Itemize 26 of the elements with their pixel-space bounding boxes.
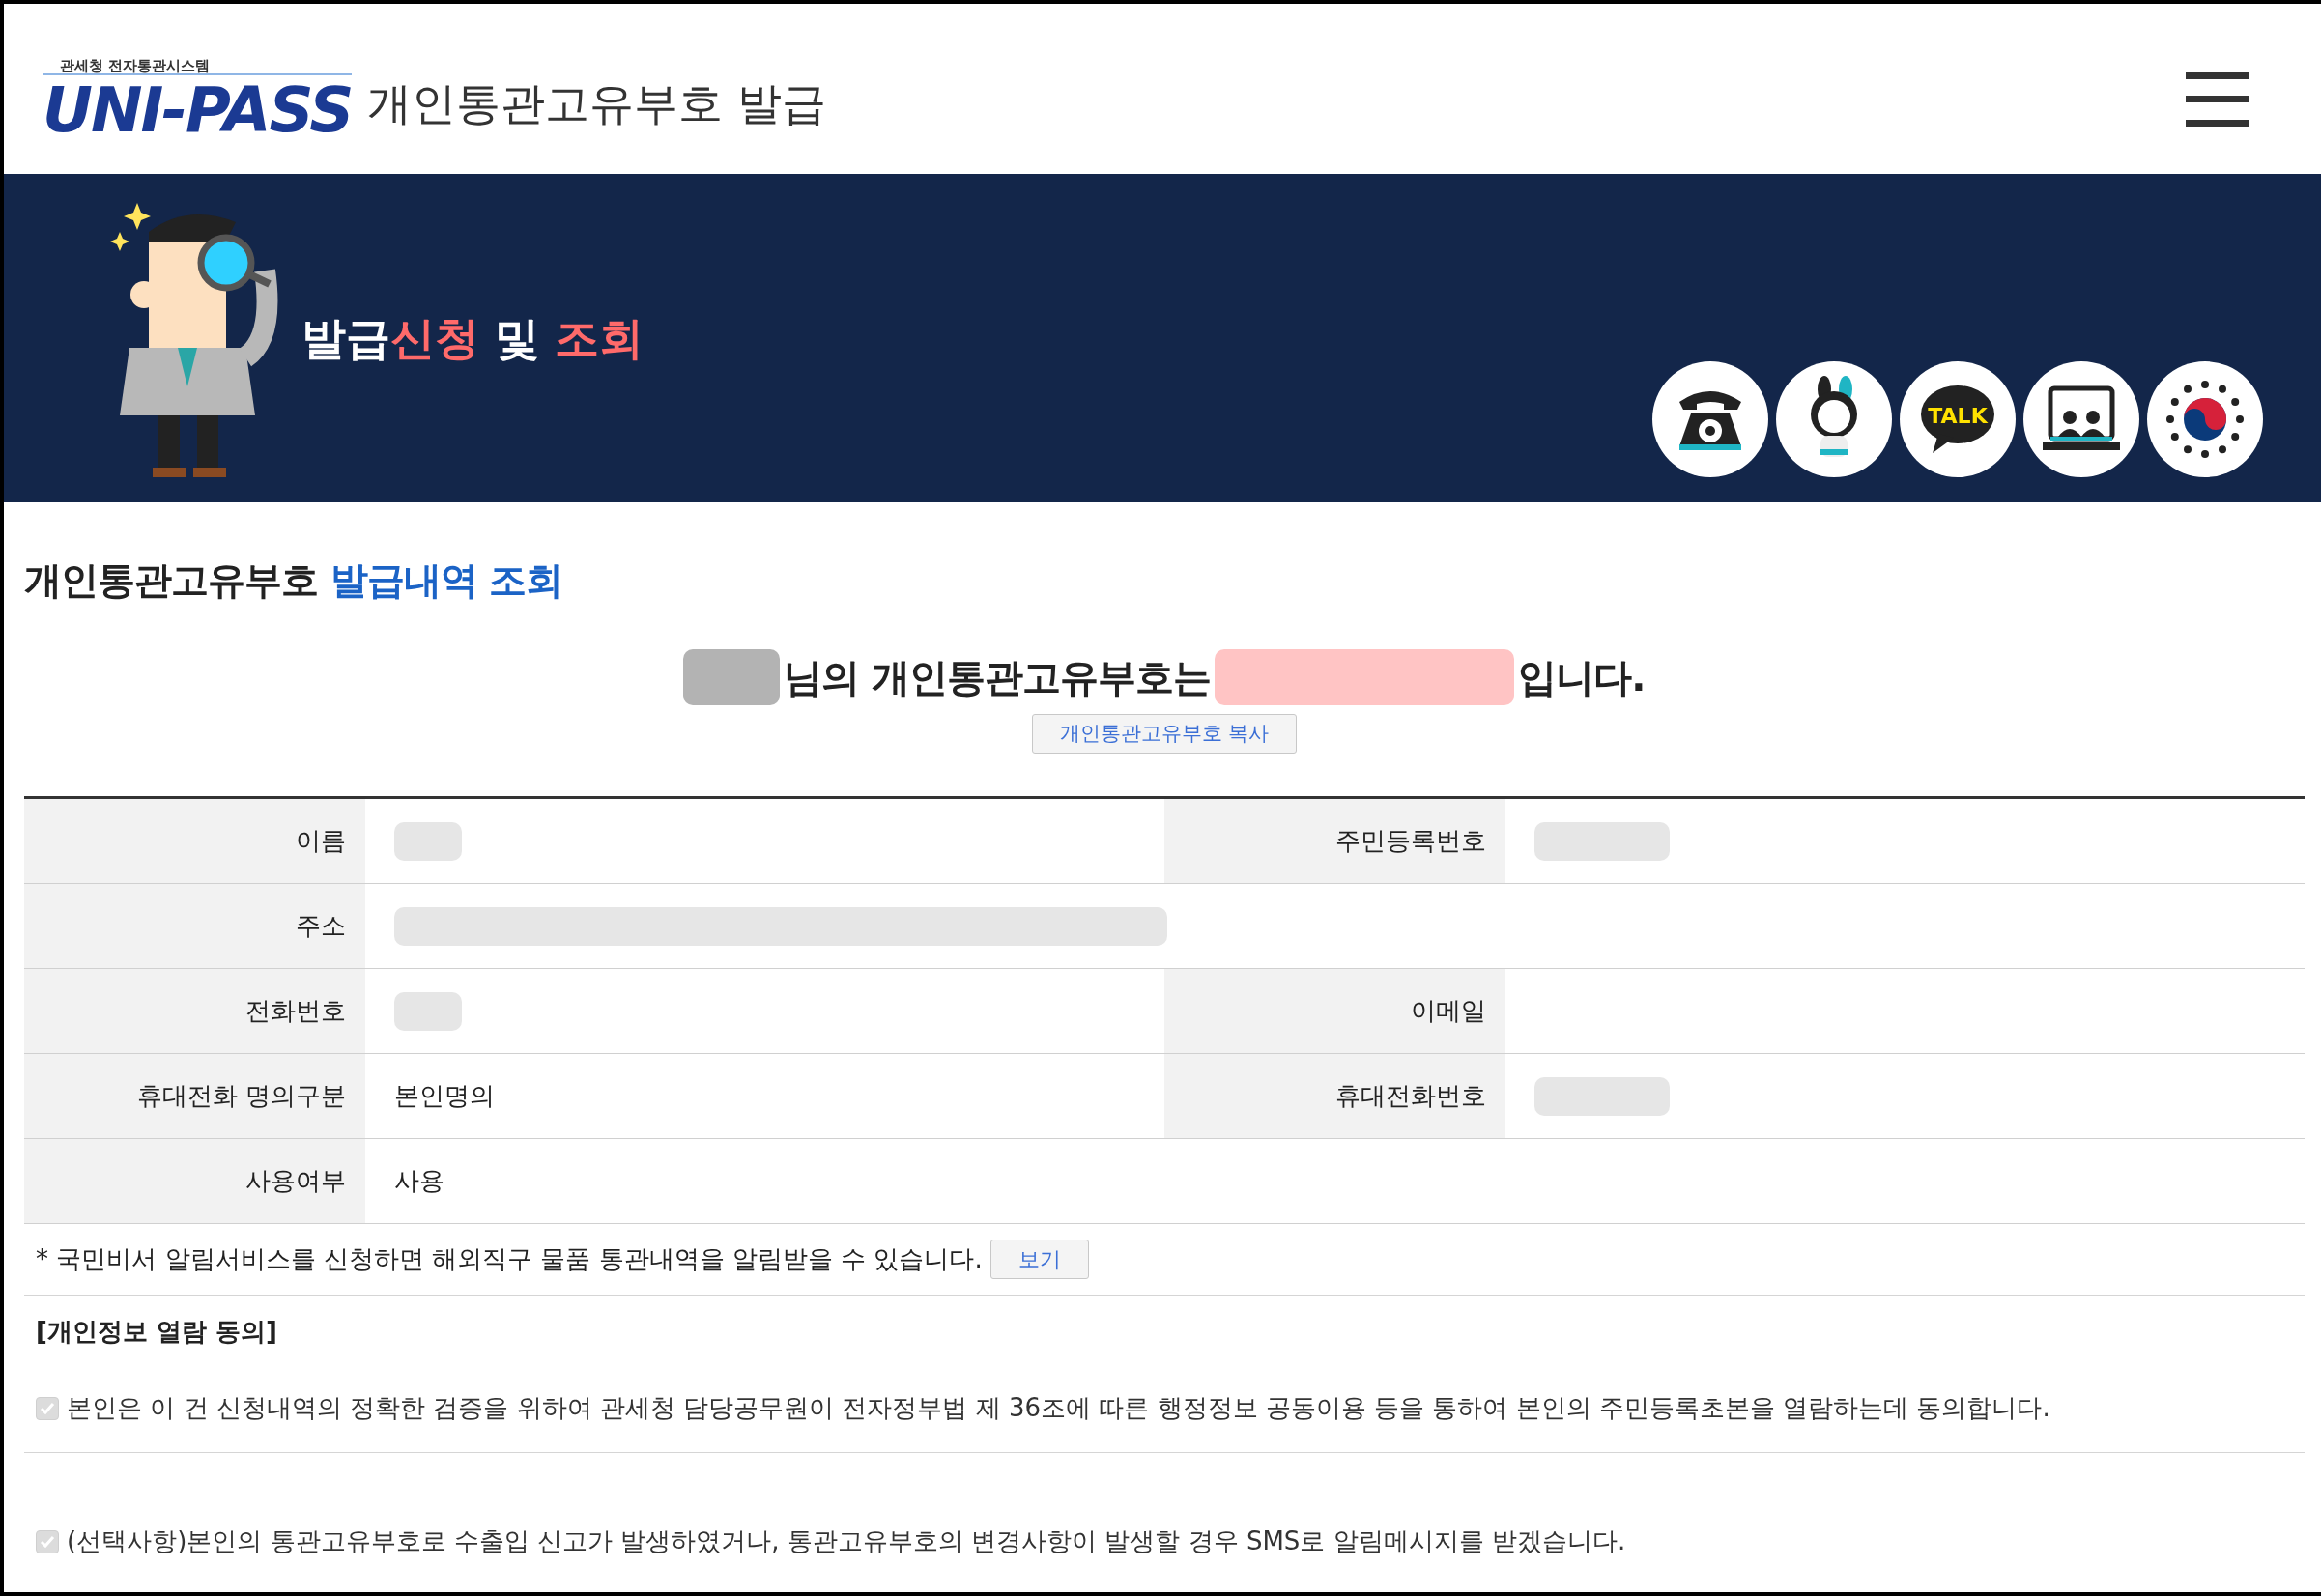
- field-label: 휴대전화 명의구분: [136, 1080, 346, 1112]
- result-message: 입니다.: [1518, 653, 1646, 701]
- copy-button[interactable]: 개인통관고유부호 복사: [1031, 713, 1298, 754]
- page-title: 개인통관고유부호 발급: [367, 75, 826, 131]
- section-title: 개인통관고유부호 발급내역 조회: [24, 557, 564, 604]
- government-emblem-icon: [2163, 378, 2247, 461]
- field-label: 휴대전화번호: [1335, 1080, 1486, 1112]
- banner-title: 발급신청 및 조회: [301, 310, 645, 366]
- field-label: 이름: [296, 825, 346, 857]
- menu-icon: [2186, 72, 2249, 127]
- consent-text: (선택사항)본인의 통관고유부호로 수출입 신고가 발생하였거나, 통관고유부호의 변경사항이 발생할 경우 SMS로 알림메시지를 받겠습니다.: [67, 1525, 1626, 1557]
- logo-caption: 관세청 전자통관시스템: [60, 58, 212, 73]
- logo-wordmark[interactable]: UNI-PASS: [43, 72, 353, 141]
- consent-heading: [개인정보 열람 동의]: [35, 1316, 278, 1348]
- field-label: 주민등록번호: [1335, 825, 1486, 857]
- field-label: 사용여부: [245, 1165, 346, 1197]
- view-button[interactable]: 보기: [989, 1240, 1089, 1279]
- field-label: 이메일: [1411, 995, 1486, 1027]
- field-label: 전화번호: [245, 995, 346, 1027]
- field-label: 주소: [296, 910, 346, 942]
- notice-text: * 국민비서 알림서비스를 신청하면 해외직구 물품 통관내역을 알림받을 수 있습니다.: [36, 1243, 983, 1275]
- field-value: 사용: [394, 1165, 444, 1197]
- field-value: 본인명의: [394, 1080, 495, 1112]
- shortcut-button[interactable]: TALK: [1900, 361, 2016, 477]
- result-message: 님의 개인통관고유부호는: [784, 653, 1212, 701]
- consent-text: 본인은 이 건 신청내역의 정확한 검증을 위하여 관세청 담당공무원이 전자정부법 제 36조에 따른 행정정보 공동이용 등을 통하여 본인의 주민등록초본을 열람하는데 동의합니다.: [67, 1392, 2050, 1424]
